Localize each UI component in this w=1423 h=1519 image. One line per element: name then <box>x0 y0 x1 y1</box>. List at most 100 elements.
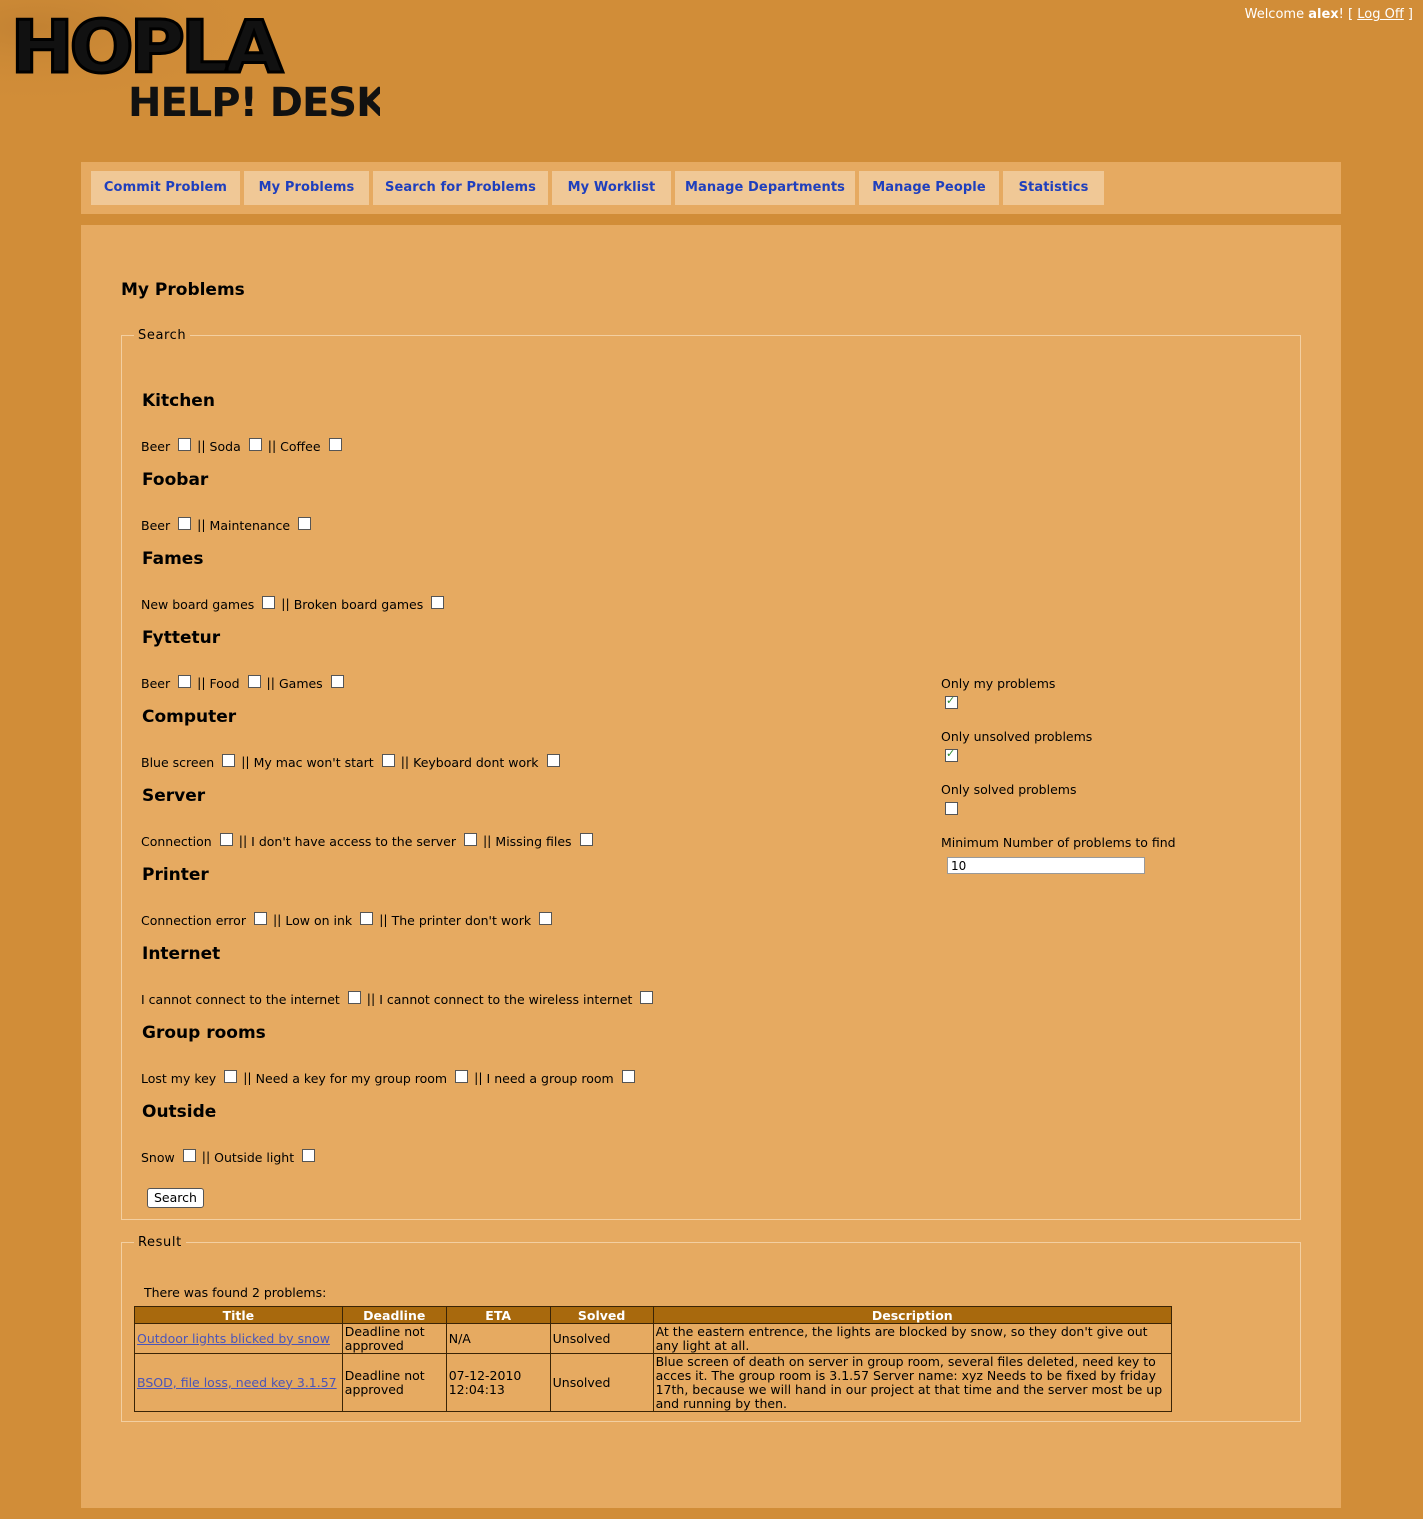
option-label: Beer <box>141 518 171 533</box>
option-separator: || <box>267 438 277 453</box>
result-table: Title Deadline ETA Solved Description Ou… <box>134 1306 1173 1412</box>
option-checkbox[interactable] <box>579 833 593 846</box>
department-options: Snow || Outside light <box>141 1149 321 1165</box>
nav-my-worklist[interactable]: My Worklist <box>552 171 671 205</box>
department-options: I cannot connect to the internet || I cann… <box>141 991 659 1007</box>
option-checkbox[interactable] <box>431 596 445 609</box>
min-problems-input[interactable]: 10 <box>947 857 1145 874</box>
logoff-link[interactable]: Log Off <box>1357 7 1404 22</box>
col-title: Title <box>134 1306 343 1324</box>
nav-manage-departments[interactable]: Manage Departments <box>675 171 855 205</box>
option-separator: || <box>201 1149 211 1164</box>
result-header-row: Title Deadline ETA Solved Description <box>134 1306 1173 1324</box>
option-separator: || <box>243 1070 252 1085</box>
department-title: Computer <box>142 707 237 727</box>
option-checkbox[interactable] <box>224 1070 238 1083</box>
description-cell: Blue screen of death on server in group … <box>652 1353 1173 1412</box>
option-label: The printer don't work <box>391 913 532 928</box>
option-checkbox[interactable] <box>219 833 233 846</box>
department-title: Outside <box>142 1102 217 1122</box>
result-fieldset: Result There was found 2 problems: Title… <box>121 1235 1301 1422</box>
option-separator: || <box>197 438 206 453</box>
option-label: Coffee <box>280 439 321 454</box>
option-label: Keyboard dont work <box>413 755 539 770</box>
option-checkbox[interactable] <box>539 912 553 925</box>
logo-hopla-text: HOPLA <box>11 6 284 90</box>
option-label: Broken board games <box>293 597 424 612</box>
bracket-close: ] <box>1407 7 1413 22</box>
option-checkbox[interactable] <box>330 675 344 688</box>
nav-statistics[interactable]: Statistics <box>1003 171 1104 205</box>
option-checkbox[interactable] <box>360 912 374 925</box>
department-title: Group rooms <box>142 1023 266 1043</box>
option-checkbox[interactable] <box>640 991 654 1004</box>
only-my-problems-label: Only my problems <box>941 676 1056 691</box>
page-title: My Problems <box>121 280 245 300</box>
option-checkbox[interactable] <box>178 438 192 451</box>
option-label: I cannot connect to the wireless interne… <box>379 992 633 1007</box>
only-unsolved-checkbox[interactable] <box>945 747 958 762</box>
found-count-text: There was found 2 problems: <box>144 1285 327 1300</box>
main-nav: Commit Problem My Problems Search for Pr… <box>81 162 1341 214</box>
nav-commit-problem[interactable]: Commit Problem <box>91 171 240 205</box>
search-legend: Search <box>138 328 187 343</box>
option-checkbox[interactable] <box>621 1070 635 1083</box>
title-cell: Outdoor lights blicked by snow <box>134 1323 343 1354</box>
option-checkbox[interactable] <box>546 754 560 767</box>
only-solved-label: Only solved problems <box>941 782 1077 797</box>
username: alex <box>1308 7 1339 22</box>
option-separator: || <box>400 754 410 769</box>
problem-link[interactable]: Outdoor lights blicked by snow <box>137 1331 330 1346</box>
option-checkbox[interactable] <box>247 675 261 688</box>
department-options: Beer || Maintenance <box>141 517 317 533</box>
option-separator: || <box>197 517 206 532</box>
option-label: New board games <box>141 597 255 612</box>
login-status: Welcome alex! [ Log Off ] <box>1245 7 1413 22</box>
only-my-problems-checkbox[interactable] <box>945 694 958 709</box>
option-separator: || <box>241 754 250 769</box>
option-checkbox[interactable] <box>328 438 342 451</box>
problem-link[interactable]: BSOD, file loss, need key 3.1.57 <box>137 1375 337 1390</box>
department-options: New board games || Broken board games <box>141 596 450 612</box>
option-checkbox[interactable] <box>381 754 395 767</box>
nav-search-for-problems[interactable]: Search for Problems <box>373 171 548 205</box>
option-label: Blue screen <box>141 755 215 770</box>
department-title: Internet <box>142 944 221 964</box>
solved-cell: Unsolved <box>549 1323 654 1354</box>
option-checkbox[interactable] <box>253 912 267 925</box>
col-description: Description <box>652 1306 1173 1324</box>
department-title: Printer <box>142 865 209 885</box>
option-label: Need a key for my group room <box>255 1071 448 1086</box>
department-options: Connection || I don't have access to the s… <box>141 833 599 849</box>
option-label: I cannot connect to the internet <box>141 992 340 1007</box>
option-label: Beer <box>141 439 171 454</box>
option-checkbox[interactable] <box>347 991 361 1004</box>
option-checkbox[interactable] <box>248 438 262 451</box>
department-title: Foobar <box>142 470 209 490</box>
nav-my-problems[interactable]: My Problems <box>244 171 369 205</box>
option-separator: || <box>238 833 248 848</box>
only-solved-checkbox[interactable] <box>945 802 958 815</box>
option-checkbox[interactable] <box>178 675 192 688</box>
option-label: Food <box>209 676 240 691</box>
nav-manage-people[interactable]: Manage People <box>859 171 999 205</box>
department-options: Connection error || Low on ink || The printe… <box>141 912 558 928</box>
option-separator: || <box>197 675 206 690</box>
welcome-prefix: Welcome <box>1244 7 1305 22</box>
department-title: Server <box>142 786 206 806</box>
option-checkbox[interactable] <box>302 1149 316 1162</box>
option-separator: || <box>379 912 388 927</box>
option-checkbox[interactable] <box>455 1070 469 1083</box>
option-checkbox[interactable] <box>222 754 236 767</box>
option-label: Connection <box>141 834 212 849</box>
search-fieldset: Search Kitchen Beer || Soda || Coffee Foobar Be… <box>121 328 1301 1220</box>
option-checkbox[interactable] <box>298 517 312 530</box>
option-checkbox[interactable] <box>262 596 276 609</box>
option-checkbox[interactable] <box>178 517 192 530</box>
result-legend: Result <box>138 1235 182 1250</box>
option-checkbox[interactable] <box>182 1149 196 1162</box>
hopla-helpdesk-logo: HOPLA HELP! DESK <box>0 0 380 135</box>
option-checkbox[interactable] <box>463 833 477 846</box>
description-cell: At the eastern entrence, the lights are … <box>652 1323 1173 1354</box>
search-button[interactable]: Search <box>147 1188 204 1208</box>
